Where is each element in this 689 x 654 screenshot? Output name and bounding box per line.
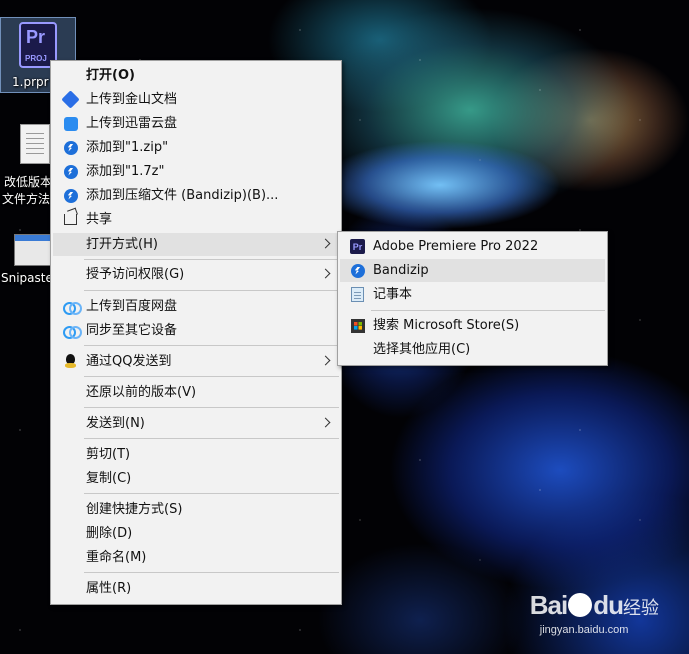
watermark-logo-text: du bbox=[593, 590, 624, 620]
chevron-right-icon bbox=[320, 355, 331, 366]
menu-item-label: 添加到"1.zip" bbox=[86, 140, 169, 155]
menu-item-label: 删除(D) bbox=[86, 526, 133, 541]
menu-separator bbox=[84, 376, 339, 377]
desktop-icon-label: 1.prpr bbox=[12, 75, 49, 89]
menu-item-open[interactable]: 打开(O) bbox=[53, 64, 339, 87]
menu-separator bbox=[84, 438, 339, 439]
menu-item-label: 重命名(M) bbox=[86, 550, 147, 565]
chevron-right-icon bbox=[320, 417, 331, 428]
premiere-badge-text: Pr bbox=[26, 27, 46, 47]
menu-item-label: 添加到"1.7z" bbox=[86, 164, 165, 179]
chevron-right-icon bbox=[320, 238, 331, 249]
menu-item-label: 上传到百度网盘 bbox=[86, 299, 178, 314]
menu-item-cut[interactable]: 剪切(T) bbox=[53, 443, 339, 466]
submenu-item-label: 选择其他应用(C) bbox=[373, 342, 471, 357]
submenu-item-choose-other[interactable]: 选择其他应用(C) bbox=[340, 338, 605, 361]
baidu-jingyan-watermark: Bai du经验 jingyan.baidu.com bbox=[529, 590, 659, 636]
menu-item-copy[interactable]: 复制(C) bbox=[53, 467, 339, 490]
submenu-item-notepad[interactable]: 记事本 bbox=[340, 283, 605, 306]
menu-item-send-to[interactable]: 发送到(N) bbox=[53, 412, 339, 435]
menu-item-label: 授予访问权限(G) bbox=[86, 267, 185, 282]
watermark-jingyan-text: 经验 bbox=[623, 598, 659, 619]
submenu-separator bbox=[371, 310, 605, 311]
menu-separator bbox=[84, 493, 339, 494]
menu-item-properties[interactable]: 属性(R) bbox=[53, 577, 339, 600]
share-icon bbox=[63, 212, 78, 227]
menu-item-grant-access[interactable]: 授予访问权限(G) bbox=[53, 263, 339, 286]
menu-item-label: 发送到(N) bbox=[86, 416, 145, 431]
watermark-url: jingyan.baidu.com bbox=[539, 624, 629, 636]
menu-item-label: 上传到迅雷云盘 bbox=[86, 116, 178, 131]
submenu-item-label: Adobe Premiere Pro 2022 bbox=[373, 239, 539, 254]
notepad-icon bbox=[350, 287, 365, 302]
baidu-paw-icon bbox=[568, 593, 593, 617]
baidu-netdisk-icon bbox=[63, 299, 82, 315]
bandizip-icon bbox=[63, 188, 78, 203]
menu-item-upload-kdocs[interactable]: 上传到金山文档 bbox=[53, 88, 339, 111]
menu-item-rename[interactable]: 重命名(M) bbox=[53, 546, 339, 569]
menu-item-label: 打开(O) bbox=[86, 68, 135, 83]
menu-item-share[interactable]: 共享 bbox=[53, 208, 339, 231]
chevron-right-icon bbox=[320, 268, 331, 279]
menu-separator bbox=[84, 572, 339, 573]
submenu-item-search-store[interactable]: 搜索 Microsoft Store(S) bbox=[340, 314, 605, 337]
proj-badge-text: PROJ bbox=[25, 54, 47, 63]
watermark-logo-text: Bai bbox=[529, 590, 568, 620]
menu-separator bbox=[84, 345, 339, 346]
submenu-item-label: 记事本 bbox=[373, 287, 413, 302]
context-menu: 打开(O) 上传到金山文档 上传到迅雷云盘 添加到"1.zip" 添加到"1.7… bbox=[50, 60, 342, 605]
menu-item-label: 创建快捷方式(S) bbox=[86, 502, 183, 517]
desktop-icon-label: Snipaste bbox=[1, 271, 53, 285]
menu-item-upload-xunlei[interactable]: 上传到迅雷云盘 bbox=[53, 112, 339, 135]
submenu-item-label: 搜索 Microsoft Store(S) bbox=[373, 318, 520, 333]
menu-separator bbox=[84, 259, 339, 260]
submenu-item-bandizip[interactable]: Bandizip bbox=[340, 259, 605, 282]
microsoft-store-icon bbox=[350, 318, 365, 333]
menu-item-label: 剪切(T) bbox=[86, 447, 131, 462]
menu-item-sync-devices[interactable]: 同步至其它设备 bbox=[53, 319, 339, 342]
menu-item-label: 共享 bbox=[86, 212, 113, 227]
menu-item-upload-baidu[interactable]: 上传到百度网盘 bbox=[53, 295, 339, 318]
menu-item-restore-versions[interactable]: 还原以前的版本(V) bbox=[53, 381, 339, 404]
menu-item-label: 属性(R) bbox=[86, 581, 132, 596]
desktop-icon-snipaste[interactable]: Snipaste bbox=[0, 228, 53, 290]
menu-item-delete[interactable]: 删除(D) bbox=[53, 522, 339, 545]
menu-item-add-archive[interactable]: 添加到压缩文件 (Bandizip)(B)... bbox=[53, 184, 339, 207]
submenu-item-premiere[interactable]: Pr Adobe Premiere Pro 2022 bbox=[340, 235, 605, 258]
menu-separator bbox=[84, 290, 339, 291]
menu-item-send-qq[interactable]: 通过QQ发送到 bbox=[53, 350, 339, 373]
menu-item-add-zip[interactable]: 添加到"1.zip" bbox=[53, 136, 339, 159]
snipaste-icon bbox=[14, 234, 52, 266]
menu-item-create-shortcut[interactable]: 创建快捷方式(S) bbox=[53, 498, 339, 521]
menu-item-label: 复制(C) bbox=[86, 471, 132, 486]
bandizip-icon bbox=[350, 263, 365, 278]
menu-item-label: 通过QQ发送到 bbox=[86, 354, 172, 369]
menu-item-add-7z[interactable]: 添加到"1.7z" bbox=[53, 160, 339, 183]
text-document-icon bbox=[20, 124, 50, 164]
menu-item-label: 上传到金山文档 bbox=[86, 92, 178, 107]
menu-item-open-with[interactable]: 打开方式(H) bbox=[53, 233, 339, 256]
desktop-icon-text-document[interactable]: 改低版本 文件方法 bbox=[0, 118, 52, 210]
menu-item-label: 同步至其它设备 bbox=[86, 323, 178, 338]
desktop-icon-label: 改低版本 bbox=[4, 175, 53, 189]
baidu-netdisk-icon bbox=[63, 323, 82, 339]
xunlei-icon bbox=[63, 116, 78, 131]
menu-separator bbox=[84, 407, 339, 408]
desktop-icon-label: 文件方法 bbox=[2, 192, 51, 206]
submenu-item-label: Bandizip bbox=[373, 263, 429, 278]
premiere-pro-icon: Pr bbox=[350, 239, 365, 254]
bandizip-icon bbox=[63, 140, 78, 155]
bandizip-icon bbox=[63, 164, 78, 179]
menu-item-label: 还原以前的版本(V) bbox=[86, 385, 197, 400]
qq-icon bbox=[63, 354, 78, 369]
kingsoft-docs-icon bbox=[61, 90, 80, 109]
open-with-submenu: Pr Adobe Premiere Pro 2022 Bandizip 记事本 … bbox=[337, 231, 608, 366]
menu-item-label: 添加到压缩文件 (Bandizip)(B)... bbox=[86, 188, 279, 203]
menu-item-label: 打开方式(H) bbox=[86, 237, 158, 252]
